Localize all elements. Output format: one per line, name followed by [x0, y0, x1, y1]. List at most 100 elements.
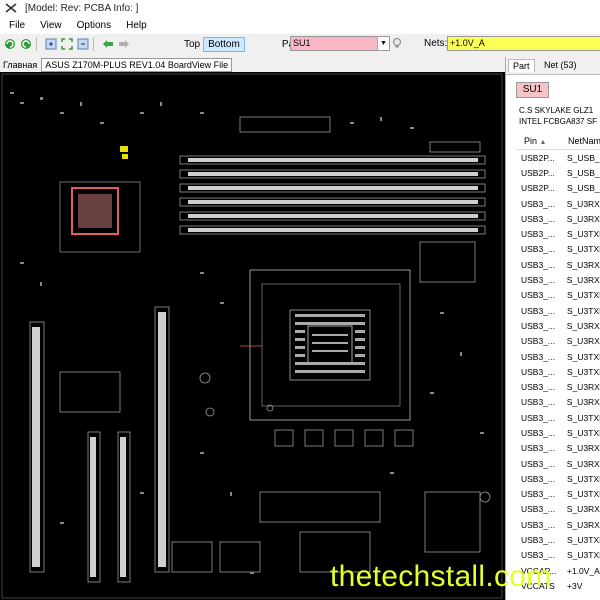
netname-cell: S_U3TXD	[567, 290, 600, 301]
pin-cell: USB3_...	[521, 519, 556, 530]
side-panel: Part Net (53) SU1 C.S SKYLAKE GLZ1 INTEL…	[505, 57, 600, 600]
col-pin[interactable]: Pin ▲	[516, 136, 564, 146]
netname-cell: S_USB_P	[567, 183, 600, 194]
parts-search-input[interactable]: SU1 ▼	[290, 36, 390, 51]
pin-cell: USB3_...	[521, 412, 556, 423]
rotate-right-icon[interactable]	[20, 38, 32, 50]
app-icon	[5, 3, 17, 13]
netname-cell: S_U3RXD	[566, 397, 600, 408]
nets-value: +1.0V_A	[450, 38, 485, 48]
tab-boardview-file[interactable]: ASUS Z170M-PLUS REV1.04 BoardView File	[41, 57, 233, 72]
menu-view[interactable]: View	[40, 20, 62, 31]
table-row[interactable]: USB2P... S_USB_P	[516, 150, 600, 165]
rotate-left-icon[interactable]	[4, 38, 16, 50]
menu-file[interactable]: File	[9, 20, 25, 31]
netname-cell: S_U3RXD	[566, 443, 600, 454]
table-row[interactable]: USB3_... S_U3TXD	[516, 242, 600, 257]
pcb-layout	[1, 73, 503, 599]
tab-main[interactable]: Главная	[3, 60, 37, 70]
side-tabs: Part Net (53)	[506, 57, 600, 75]
pin-cell: USB3_...	[521, 320, 556, 331]
table-row[interactable]: USB3_... S_U3RXD	[516, 196, 600, 211]
lightbulb-icon[interactable]	[391, 37, 403, 49]
pin-cell: USB3_...	[521, 259, 556, 270]
zoom-out-icon[interactable]	[77, 38, 89, 50]
netname-cell: S_U3RXD	[566, 336, 600, 347]
table-row[interactable]: USB2P... S_USB_P	[516, 181, 600, 196]
pin-cell: USB3_...	[521, 244, 556, 255]
pin-cell: USB3_...	[521, 336, 556, 347]
toolbar-separator	[36, 37, 37, 51]
pin-cell: USB2P...	[521, 167, 555, 178]
sort-up-icon: ▲	[539, 139, 547, 146]
nets-search-input[interactable]: +1.0V_A	[447, 36, 600, 51]
netname-cell: +1.0V_A	[567, 565, 600, 576]
netname-cell: S_U3RXD	[566, 504, 600, 515]
netname-cell: S_U3RXD	[566, 275, 600, 286]
pin-cell: USB2P...	[521, 183, 555, 194]
table-row[interactable]: USB3_... S_U3TXD	[516, 471, 600, 486]
table-row[interactable]: USB3_... S_U3RXD	[516, 257, 600, 272]
back-arrow-icon[interactable]	[102, 38, 114, 50]
table-row[interactable]: USB3_... S_U3RXD	[516, 211, 600, 226]
netname-cell: S_U3TXD	[567, 244, 600, 255]
table-row[interactable]: USB3_... S_U3TXD	[516, 364, 600, 379]
table-row[interactable]: USB3_... S_U3RXD	[516, 456, 600, 471]
netname-cell: S_U3TXD	[567, 473, 600, 484]
tab-part[interactable]: Part	[508, 59, 535, 72]
fit-screen-icon[interactable]	[61, 38, 73, 50]
nets-label: Nets:	[424, 38, 448, 49]
zoom-in-icon[interactable]	[45, 38, 57, 50]
table-row[interactable]: USB3_... S_U3RXD	[516, 379, 600, 394]
netname-cell: S_U3RXD	[566, 320, 600, 331]
netname-cell: S_USB_P	[567, 167, 600, 178]
netname-cell: S_U3TXD	[567, 535, 600, 546]
tab-net[interactable]: Net (53)	[540, 59, 581, 71]
forward-arrow-icon[interactable]	[118, 38, 130, 50]
pin-cell: USB3_...	[521, 427, 556, 438]
table-row[interactable]: USB3_... S_U3RXD	[516, 334, 600, 349]
toolbar-separator	[93, 37, 94, 51]
table-row[interactable]: USB3_... S_U3TXD	[516, 226, 600, 241]
netname-cell: S_U3TXD	[567, 366, 600, 377]
table-row[interactable]: USB3_... S_U3TXD	[516, 303, 600, 318]
table-row[interactable]: USB3_... S_U3TXD	[516, 349, 600, 364]
table-row[interactable]: USB3_... S_U3RXD	[516, 272, 600, 287]
pin-cell: USB3_...	[521, 366, 556, 377]
pin-table: Pin ▲ NetName USB2P... S_USB_P USB2P... S_U…	[516, 133, 600, 594]
pin-cell: USB3_...	[521, 458, 556, 469]
table-row[interactable]: USB2P... S_USB_P	[516, 165, 600, 180]
pin-table-body: USB2P... S_USB_P USB2P... S_USB_P USB2P... S_…	[516, 150, 600, 594]
table-row[interactable]: USB3_... S_U3TXD	[516, 288, 600, 303]
table-row[interactable]: USB3_... S_U3RXD	[516, 502, 600, 517]
table-row[interactable]: USB3_... S_U3TXD	[516, 487, 600, 502]
table-row[interactable]: USB3_... S_U3RXD	[516, 441, 600, 456]
netname-cell: S_U3RXD	[566, 198, 600, 209]
menu-options[interactable]: Options	[77, 20, 111, 31]
col-netname[interactable]: NetName	[564, 136, 600, 146]
bottom-side-button[interactable]: Bottom	[203, 36, 245, 52]
chevron-down-icon[interactable]: ▼	[377, 37, 389, 50]
table-row[interactable]: USB3_... S_U3RXD	[516, 517, 600, 532]
table-row[interactable]: USB3_... S_U3TXD	[516, 532, 600, 547]
pin-cell: USB3_...	[521, 213, 556, 224]
pin-table-header: Pin ▲ NetName	[516, 133, 600, 150]
table-row[interactable]: USB3_... S_U3TXD	[516, 410, 600, 425]
top-side-button[interactable]: Top	[181, 38, 203, 51]
table-row[interactable]: USB3_... S_U3TXD	[516, 425, 600, 440]
pin-cell: USB3_...	[521, 290, 556, 301]
pin-cell: USB3_...	[521, 382, 556, 393]
table-row[interactable]: USB3_... S_U3RXD	[516, 395, 600, 410]
netname-cell: +3V	[567, 580, 583, 591]
table-row[interactable]: USB3_... S_U3RXD	[516, 318, 600, 333]
menu-help[interactable]: Help	[126, 20, 147, 31]
board-view-canvas[interactable]	[0, 72, 505, 600]
part-description: C.S SKYLAKE GLZ1 INTEL FCBGA837 SF	[519, 105, 597, 127]
part-name-badge: SU1	[516, 82, 549, 98]
netname-cell: S_U3TXD	[567, 412, 600, 423]
title-bar: [Model: Rev: PCBA Info: ]	[0, 0, 600, 16]
netname-cell: S_U3RXD	[566, 259, 600, 270]
netname-cell: S_U3TXD	[567, 427, 600, 438]
pin-cell: USB3_...	[521, 229, 556, 240]
netname-cell: S_U3TXD	[567, 550, 600, 561]
